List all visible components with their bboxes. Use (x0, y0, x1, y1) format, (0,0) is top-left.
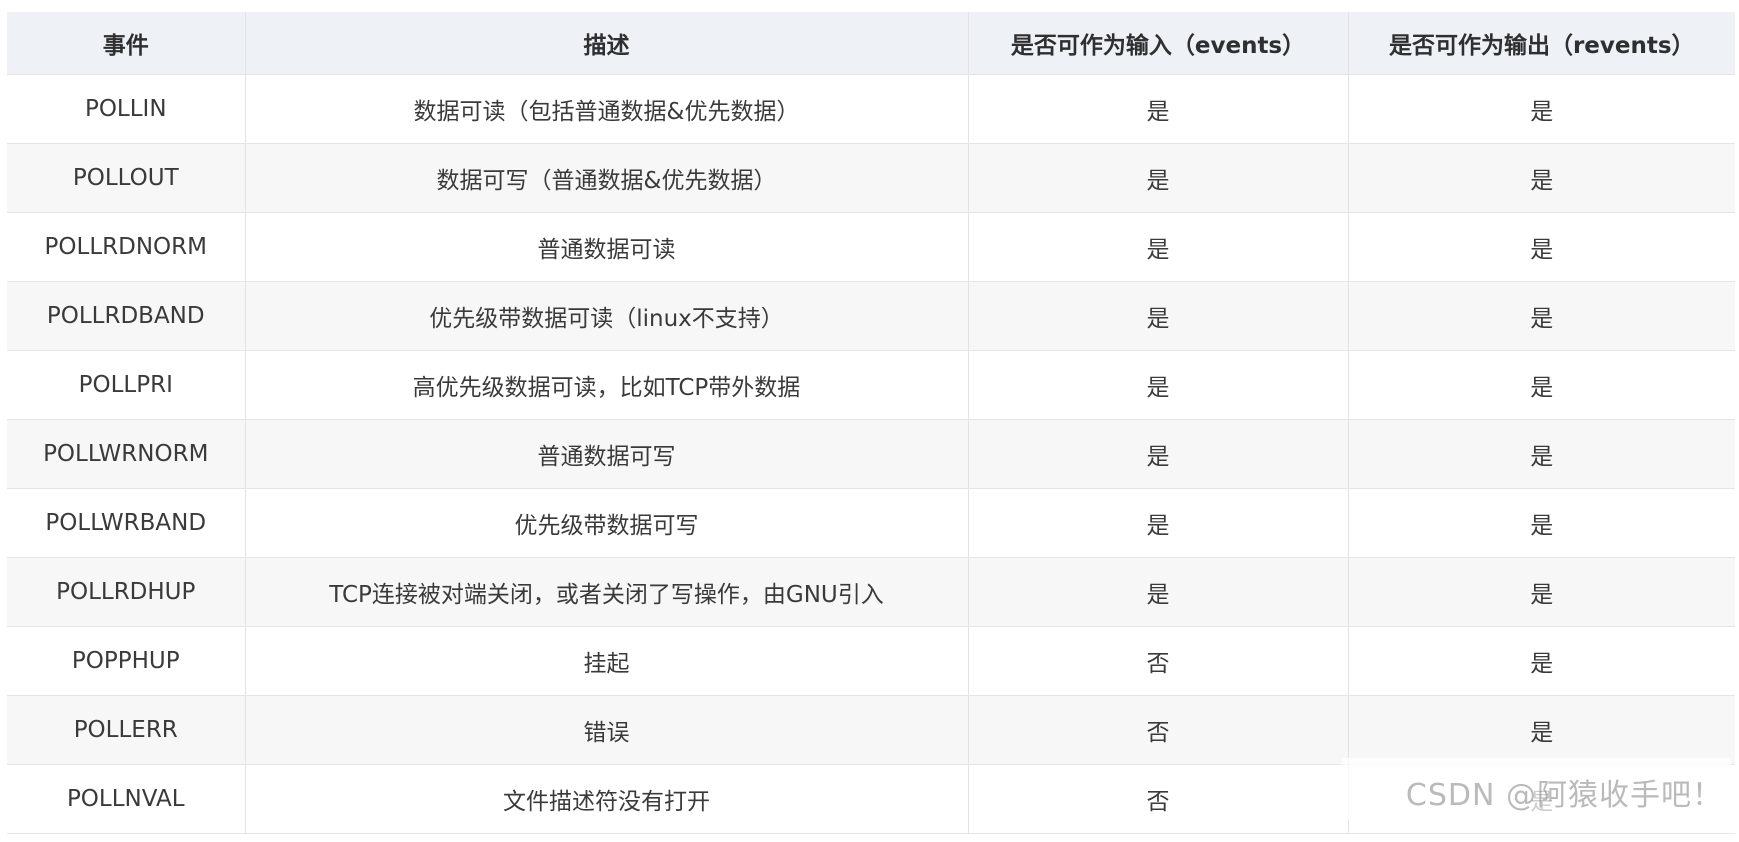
input-cell: 否 (968, 626, 1349, 696)
output-cell: 是 (1348, 626, 1735, 696)
table-row: POLLRDBAND 优先级带数据可读（linux不支持） 是 是 (7, 281, 1735, 351)
description-cell: 数据可读（包括普通数据&优先数据） (245, 74, 969, 144)
poll-events-table: 事件 描述 是否可作为输入（events） 是否可作为输出（revents） P… (7, 12, 1735, 834)
event-cell: POLLWRBAND (7, 488, 246, 558)
input-cell: 是 (968, 488, 1349, 558)
table-row: POPPHUP 挂起 否 是 (7, 626, 1735, 696)
input-cell: 是 (968, 74, 1349, 144)
event-cell: POLLOUT (7, 143, 246, 213)
output-cell: 是 (1348, 212, 1735, 282)
input-cell: 是 (968, 419, 1349, 489)
event-cell: POLLRDBAND (7, 281, 246, 351)
output-cell: 是 (1348, 488, 1735, 558)
event-cell: POLLNVAL (7, 764, 246, 834)
table-row: POLLRDNORM 普通数据可读 是 是 (7, 212, 1735, 282)
description-cell: 错误 (245, 695, 969, 765)
description-cell: 普通数据可读 (245, 212, 969, 282)
input-cell: 否 (968, 695, 1349, 765)
description-cell: 普通数据可写 (245, 419, 969, 489)
description-cell: 优先级带数据可写 (245, 488, 969, 558)
table-header-row: 事件 描述 是否可作为输入（events） 是否可作为输出（revents） (7, 12, 1735, 75)
output-cell: 是 (1348, 74, 1735, 144)
event-cell: POLLPRI (7, 350, 246, 420)
header-output-revents: 是否可作为输出（revents） (1348, 12, 1735, 75)
table-row: POLLWRNORM 普通数据可写 是 是 (7, 419, 1735, 489)
event-cell: POPPHUP (7, 626, 246, 696)
header-event: 事件 (7, 12, 246, 75)
output-cell: 是 (1348, 419, 1735, 489)
description-cell: 挂起 (245, 626, 969, 696)
output-cell: 是 (1348, 281, 1735, 351)
table-row: POLLWRBAND 优先级带数据可写 是 是 (7, 488, 1735, 558)
description-cell: 优先级带数据可读（linux不支持） (245, 281, 969, 351)
input-cell: 是 (968, 557, 1349, 627)
event-cell: POLLRDNORM (7, 212, 246, 282)
table-row: POLLERR 错误 否 是 (7, 695, 1735, 765)
table-row: POLLIN 数据可读（包括普通数据&优先数据） 是 是 (7, 74, 1735, 144)
poll-events-table-container: 事件 描述 是否可作为输入（events） 是否可作为输出（revents） P… (7, 12, 1735, 836)
input-cell: 是 (968, 212, 1349, 282)
input-cell: 否 (968, 764, 1349, 834)
header-description: 描述 (245, 12, 969, 75)
input-cell: 是 (968, 281, 1349, 351)
input-cell: 是 (968, 143, 1349, 213)
header-input-events: 是否可作为输入（events） (968, 12, 1349, 75)
output-cell: 是 (1348, 143, 1735, 213)
description-cell: TCP连接被对端关闭，或者关闭了写操作，由GNU引入 (245, 557, 969, 627)
table-row: POLLPRI 高优先级数据可读，比如TCP带外数据 是 是 (7, 350, 1735, 420)
table-row: POLLRDHUP TCP连接被对端关闭，或者关闭了写操作，由GNU引入 是 是 (7, 557, 1735, 627)
description-cell: 文件描述符没有打开 (245, 764, 969, 834)
output-cell: 是 (1348, 350, 1735, 420)
table-row: POLLOUT 数据可写（普通数据&优先数据） 是 是 (7, 143, 1735, 213)
description-cell: 高优先级数据可读，比如TCP带外数据 (245, 350, 969, 420)
event-cell: POLLERR (7, 695, 246, 765)
event-cell: POLLIN (7, 74, 246, 144)
output-cell: 是 (1348, 695, 1735, 765)
input-cell: 是 (968, 350, 1349, 420)
event-cell: POLLWRNORM (7, 419, 246, 489)
description-cell: 数据可写（普通数据&优先数据） (245, 143, 969, 213)
output-cell: 是 (1348, 557, 1735, 627)
event-cell: POLLRDHUP (7, 557, 246, 627)
csdn-watermark: CSDN @阿猿收手吧！ (1341, 758, 1731, 820)
